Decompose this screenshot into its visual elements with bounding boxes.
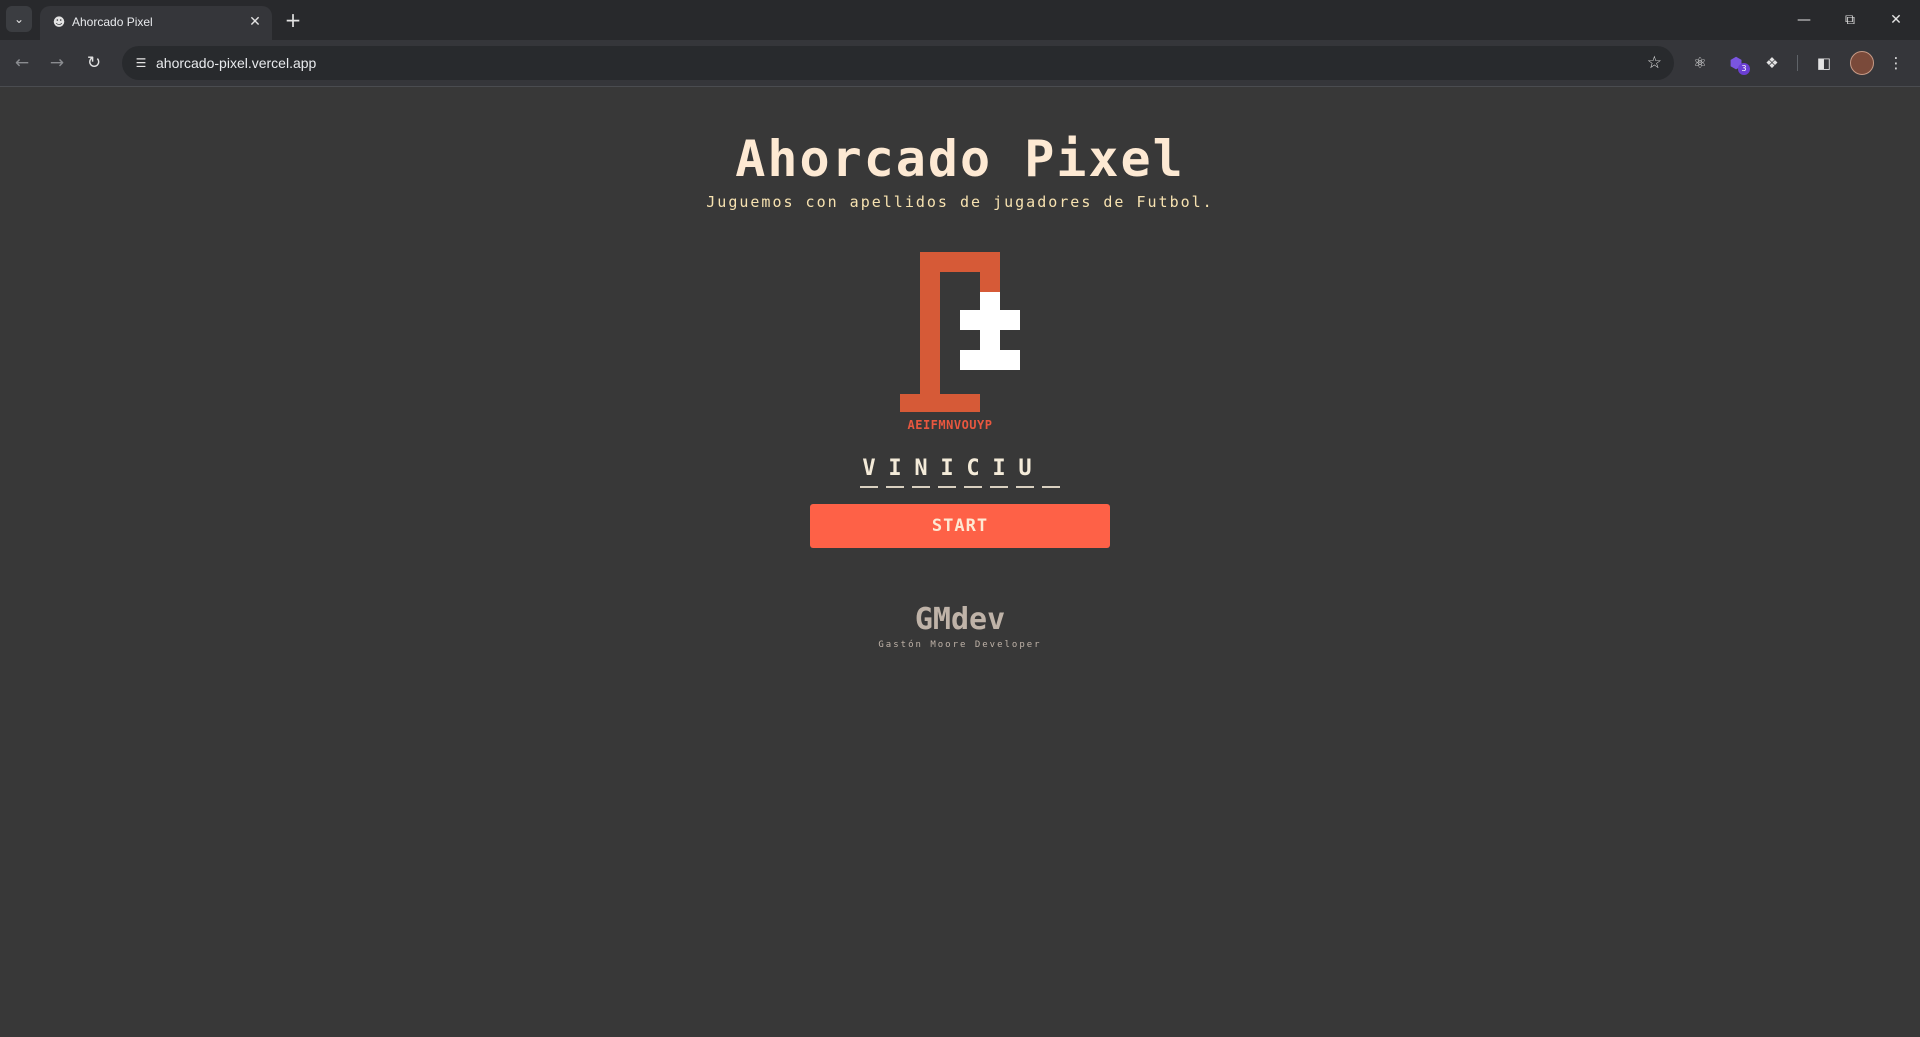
tab-strip: ⌄ ☻ Ahorcado Pixel ✕ + — ⧉ ✕ <box>0 0 1920 40</box>
gmdev-logo[interactable]: GMdev <box>0 602 1920 637</box>
used-letters: AEIFMNVOUYP <box>907 418 993 432</box>
browser-toolbar: ← → ↻ ☰ ahorcado-pixel.vercel.app ☆ ⚛ ⬢ … <box>0 40 1920 87</box>
letter-slot: I <box>886 456 904 488</box>
puzzle-icon[interactable]: ❖ <box>1760 51 1784 75</box>
more-vert-icon[interactable]: ⋮ <box>1884 51 1908 75</box>
window-close-button[interactable]: ✕ <box>1878 8 1914 32</box>
extension-hexagon-icon[interactable]: ⬢ 3 <box>1724 51 1750 75</box>
extension-atom-icon[interactable]: ⚛ <box>1688 51 1712 75</box>
minimize-button[interactable]: — <box>1786 8 1822 32</box>
new-tab-button[interactable]: + <box>282 9 304 31</box>
hangman-figure <box>960 292 1020 370</box>
star-icon[interactable]: ☆ <box>1647 53 1662 73</box>
avatar[interactable] <box>1850 51 1874 75</box>
tune-icon[interactable]: ☰ <box>132 54 150 72</box>
side-panel-icon[interactable]: ◧ <box>1812 51 1836 75</box>
close-icon[interactable]: ✕ <box>246 13 264 31</box>
hangman-drawing <box>900 252 1020 412</box>
letter-slot: U <box>1016 456 1034 488</box>
letter-slot: V <box>860 456 878 488</box>
reload-icon: ↻ <box>86 53 102 73</box>
forward-button[interactable]: → <box>45 51 69 75</box>
address-bar[interactable]: ☰ ahorcado-pixel.vercel.app ☆ <box>122 46 1674 80</box>
page-title: Ahorcado Pixel <box>735 130 1185 188</box>
letter-slot: I <box>938 456 956 488</box>
tab-search-button[interactable]: ⌄ <box>6 6 32 32</box>
word-display: V I N I C I U <box>0 456 1920 488</box>
chevron-down-icon: ⌄ <box>13 12 25 26</box>
extension-badge: 3 <box>1738 63 1750 75</box>
toolbar-divider <box>1797 55 1798 71</box>
developer-tagline: Gastón Moore Developer <box>878 640 1042 650</box>
letter-slot: C <box>964 456 982 488</box>
page-subtitle: Juguemos con apellidos de jugadores de F… <box>706 193 1214 211</box>
restore-button[interactable]: ⧉ <box>1832 8 1868 32</box>
start-button[interactable]: START <box>810 504 1110 548</box>
arrow-left-icon: ← <box>14 53 30 73</box>
letter-slot: I <box>990 456 1008 488</box>
person-icon: ☻ <box>52 15 66 29</box>
plus-icon: + <box>284 8 302 32</box>
tab-title: Ahorcado Pixel <box>72 15 153 29</box>
letter-slot: N <box>912 456 930 488</box>
arrow-right-icon: → <box>49 53 65 73</box>
url-text[interactable]: ahorcado-pixel.vercel.app <box>156 55 316 71</box>
letter-slot <box>1042 456 1060 488</box>
back-button[interactable]: ← <box>10 51 34 75</box>
active-tab[interactable]: ☻ Ahorcado Pixel ✕ <box>40 6 272 40</box>
reload-button[interactable]: ↻ <box>82 51 106 75</box>
